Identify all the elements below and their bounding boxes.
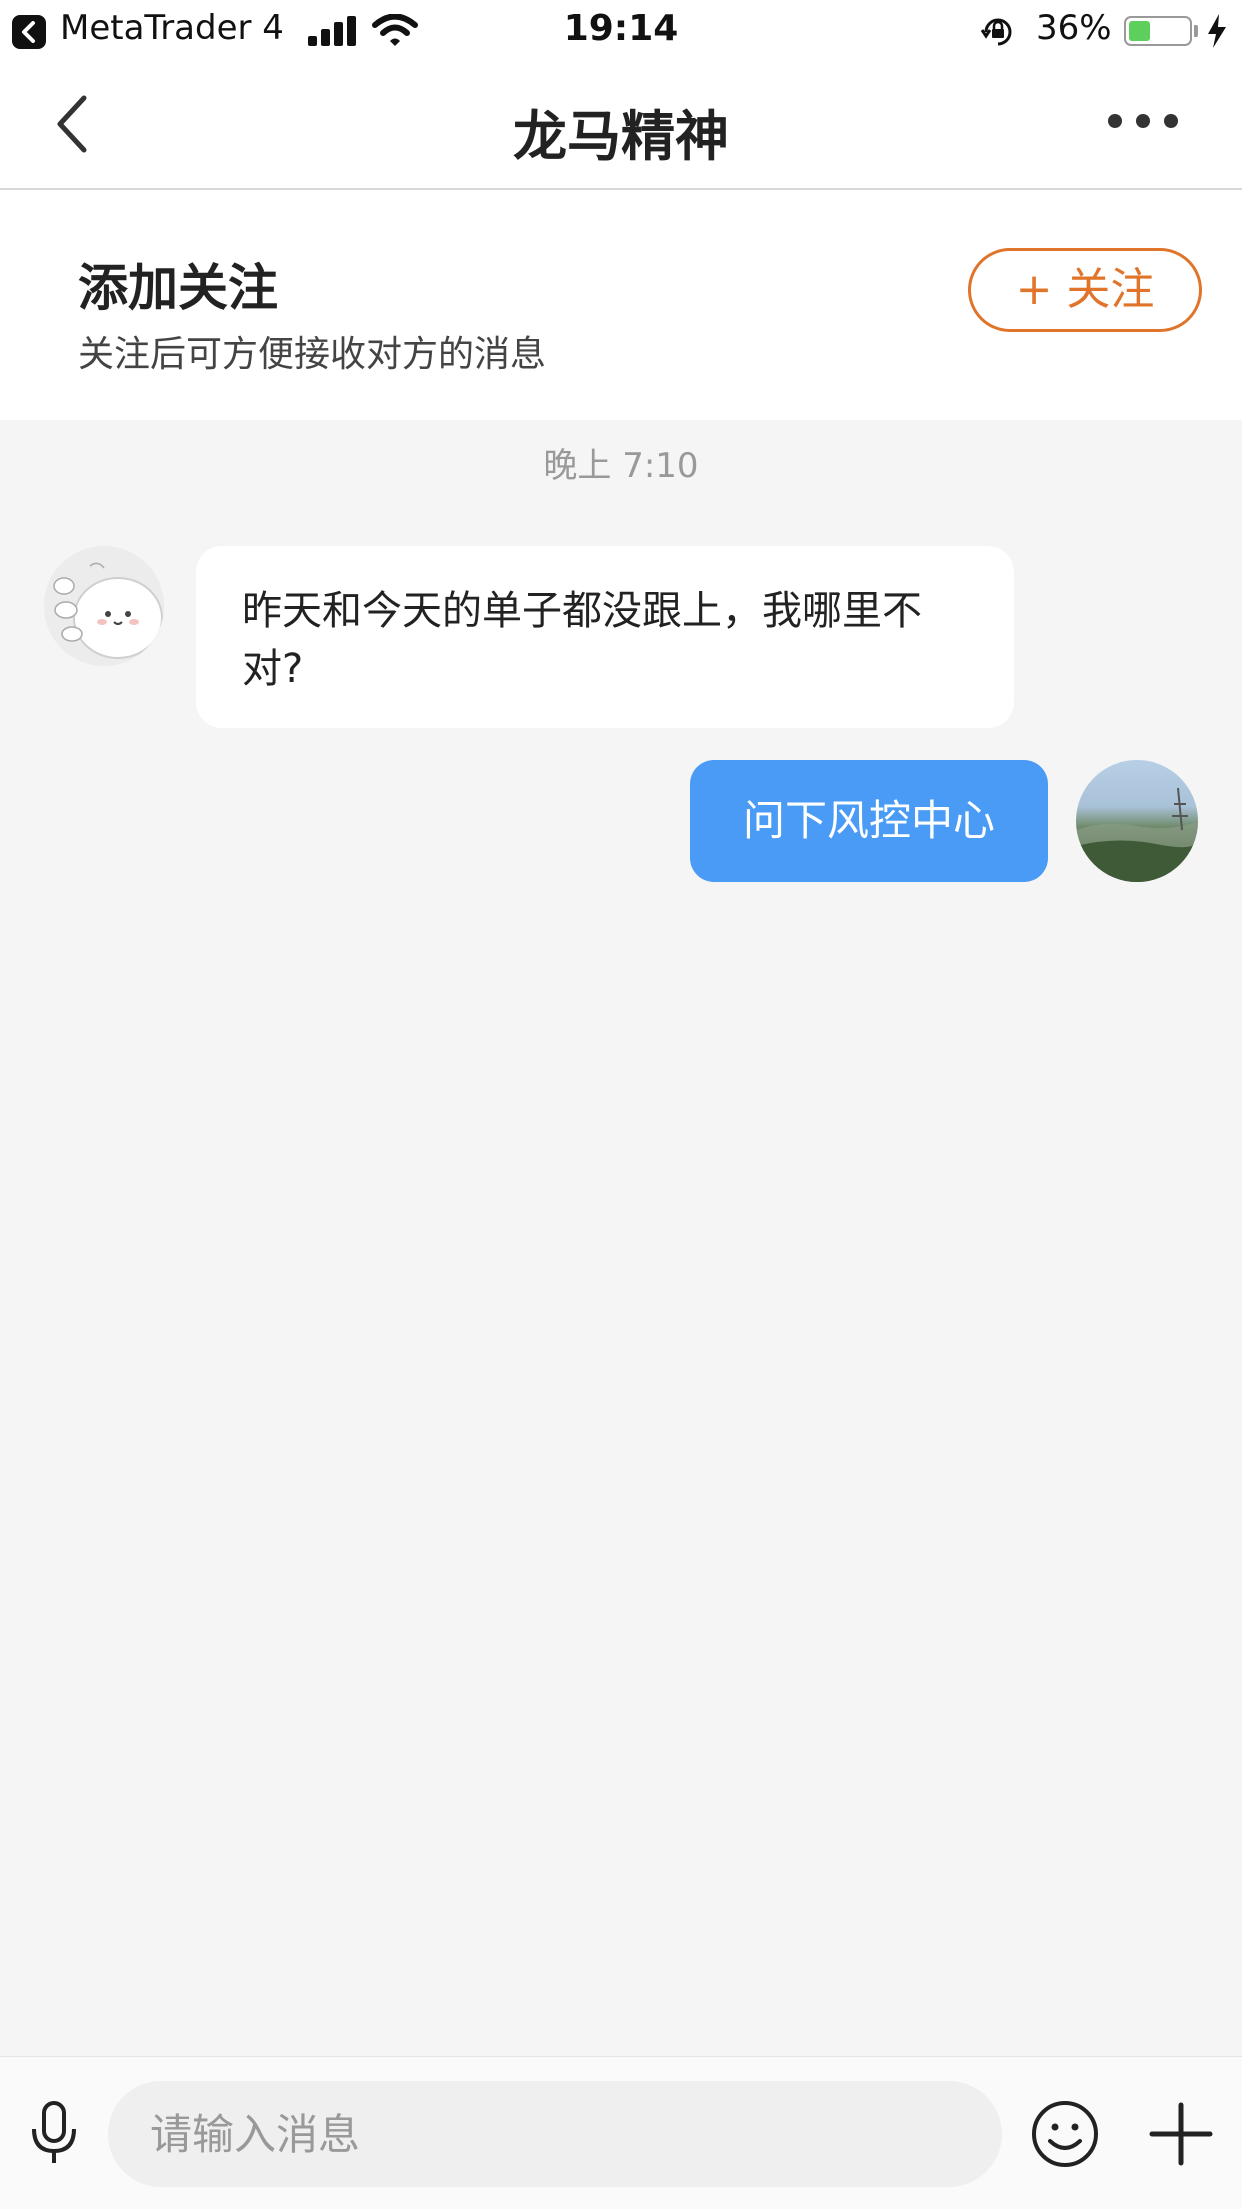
message-timestamp: 晚上 7:10 — [543, 446, 699, 486]
microphone-icon[interactable] — [26, 2101, 82, 2169]
follow-banner-title: 添加关注 — [78, 259, 278, 317]
user-avatar[interactable] — [1076, 760, 1198, 882]
plus-icon[interactable] — [1148, 2101, 1214, 2171]
incoming-message-bubble[interactable]: 昨天和今天的单子都没跟上，我哪里不对? — [196, 546, 1014, 728]
status-bar: MetaTrader 4 19:14 36% — [0, 0, 1242, 62]
follow-button[interactable]: + 关注 — [968, 248, 1202, 332]
emoji-icon[interactable] — [1030, 2099, 1100, 2173]
rotation-lock-icon — [980, 14, 1016, 54]
battery-icon — [1124, 16, 1192, 46]
follow-banner: 添加关注 关注后可方便接收对方的消息 + 关注 — [0, 190, 1242, 420]
follow-banner-subtitle: 关注后可方便接收对方的消息 — [78, 334, 547, 375]
battery-percent: 36% — [1036, 8, 1112, 48]
message-input-bar — [0, 2056, 1242, 2209]
contact-avatar[interactable] — [44, 546, 164, 666]
page-title: 龙马精神 — [513, 105, 729, 168]
navigation-bar: 龙马精神 — [0, 62, 1242, 190]
message-input[interactable] — [108, 2081, 1002, 2187]
more-icon[interactable] — [1104, 114, 1184, 134]
outgoing-message-bubble[interactable]: 问下风控中心 — [690, 760, 1048, 882]
charging-icon — [1206, 14, 1228, 52]
battery-tip — [1194, 25, 1198, 37]
battery-level — [1129, 21, 1150, 41]
